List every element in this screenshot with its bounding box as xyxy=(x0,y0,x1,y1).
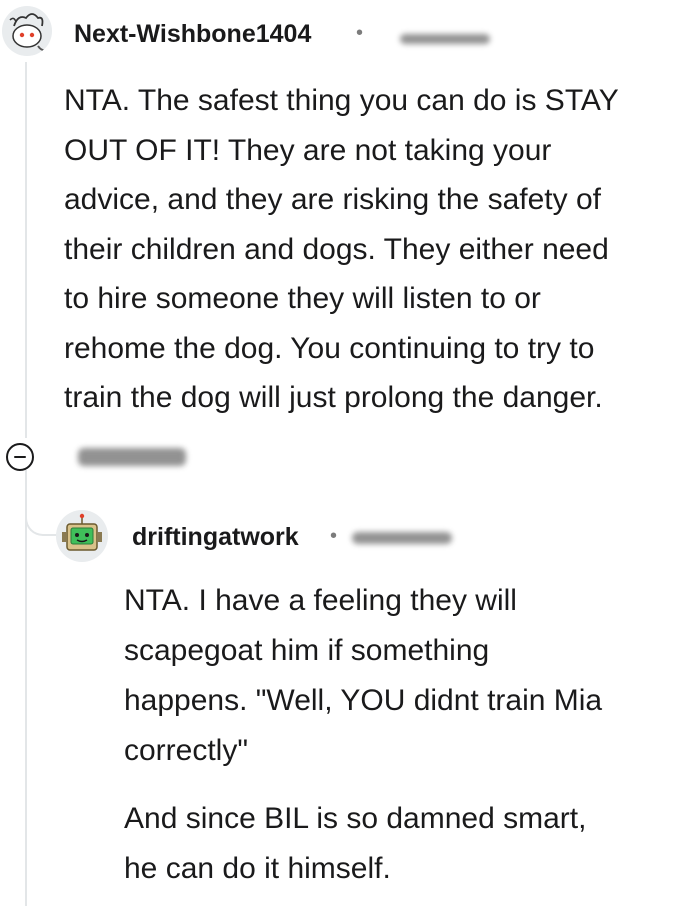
timestamp-redacted xyxy=(352,532,452,544)
collapse-thread-icon xyxy=(14,455,26,459)
reply-paragraph-1: NTA. I have a feeling they will scapegoa… xyxy=(124,584,603,767)
comment-body: NTA. The safest thing you can do is STAY… xyxy=(64,84,619,414)
timestamp-redacted xyxy=(400,34,490,44)
reply-paragraph-2: And since BIL is so damned smart, he can… xyxy=(124,802,587,885)
collapse-thread-button[interactable] xyxy=(6,443,34,471)
snoo-avatar-icon xyxy=(2,6,52,56)
meta-separator: • xyxy=(330,525,338,547)
vote-count-redacted xyxy=(78,448,186,466)
thread-line-top xyxy=(25,62,27,438)
username[interactable]: Next-Wishbone1404 xyxy=(74,20,311,49)
username[interactable]: driftingatwork xyxy=(132,523,299,552)
robot-avatar-icon xyxy=(56,510,108,562)
reply-connector xyxy=(25,470,57,536)
avatar[interactable] xyxy=(2,6,52,56)
thread-line-bottom xyxy=(25,470,27,906)
meta-separator: • xyxy=(356,22,364,44)
avatar[interactable] xyxy=(56,510,108,562)
